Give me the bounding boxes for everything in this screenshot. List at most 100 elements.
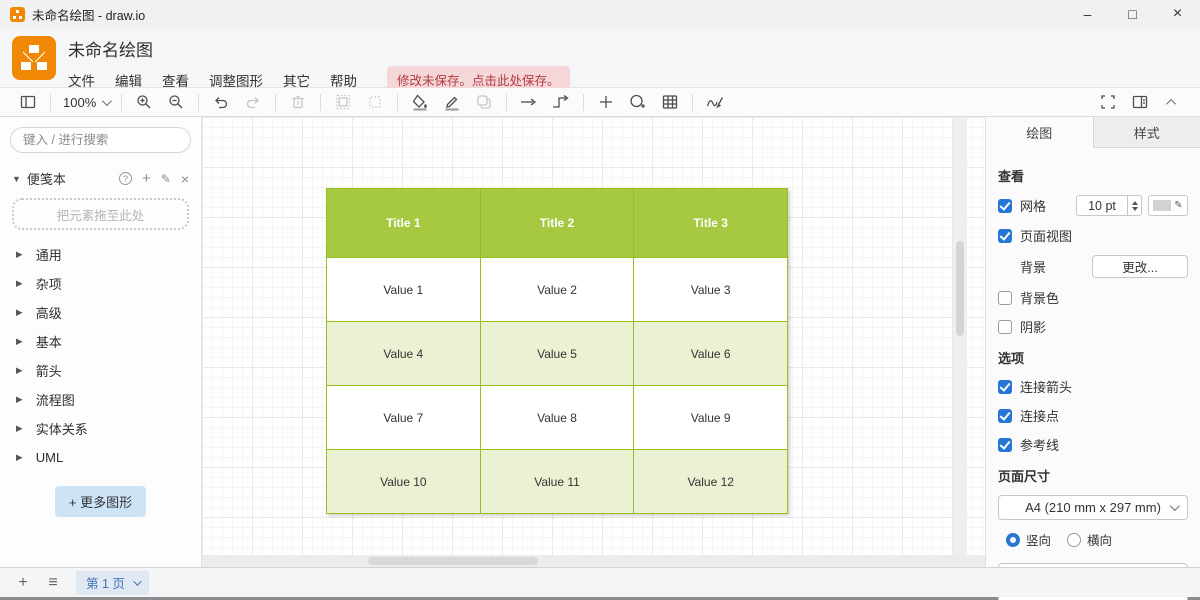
fill-color-button[interactable] [408,90,432,114]
table-cell[interactable]: Value 1 [327,258,481,322]
more-shapes-button[interactable]: + 更多图形 [55,486,146,517]
to-back-button[interactable] [363,90,387,114]
connection-style-button[interactable] [517,90,541,114]
table-cell[interactable]: Value 5 [481,322,635,386]
sidebar-section-arrows[interactable]: ▶ 箭头 [10,356,191,385]
sidebar-section-general[interactable]: ▶ 通用 [10,240,191,269]
pages-menu-button[interactable]: ≡ [38,571,68,595]
page-size-select[interactable]: A4 (210 mm x 297 mm) [998,495,1188,520]
undo-button[interactable] [209,90,233,114]
search-input[interactable] [23,133,184,147]
shadow-button[interactable] [472,90,496,114]
menu-help[interactable]: 帮助 [330,70,357,90]
page-tab[interactable]: 第 1 页 [76,571,149,595]
sidebar-section-flowchart[interactable]: ▶ 流程图 [10,385,191,414]
vertical-scrollbar-thumb[interactable] [956,241,964,336]
table-header-cell[interactable]: Title 1 [327,189,481,258]
horizontal-scrollbar-thumb[interactable] [368,557,538,565]
menu-file[interactable]: 文件 [68,70,95,90]
sidebar-section-er[interactable]: ▶ 实体关系 [10,414,191,443]
waypoint-style-button[interactable] [549,90,573,114]
scratchpad-header[interactable]: ▼ 便笺本 ? + ✎ × [12,169,189,188]
zoom-in-button[interactable] [132,90,156,114]
drawing-canvas[interactable]: Title 1 Title 2 Title 3 Value 1 Value 2 … [202,117,985,567]
minimize-button[interactable]: – [1065,0,1110,28]
maximize-button[interactable]: □ [1110,0,1155,28]
background-color-checkbox[interactable] [998,291,1012,305]
help-icon[interactable]: ? [119,172,132,185]
table-header-cell[interactable]: Title 2 [481,189,635,258]
portrait-radio[interactable] [1006,533,1020,547]
landscape-option[interactable]: 横向 [1067,530,1112,549]
line-color-button[interactable] [440,90,464,114]
expand-triangle-icon: ▶ [16,423,23,434]
close-button[interactable]: × [1155,0,1200,28]
vertical-scrollbar[interactable] [953,117,967,555]
menu-edit[interactable]: 编辑 [115,70,142,90]
table-header-cell[interactable]: Title 3 [634,189,788,258]
table-cell[interactable]: Value 3 [634,258,788,322]
insert-shape-button[interactable] [626,90,650,114]
undo-icon [212,93,230,111]
landscape-radio[interactable] [1067,533,1081,547]
table-cell[interactable]: Value 2 [481,258,635,322]
table-cell[interactable]: Value 7 [327,386,481,450]
delete-button[interactable] [286,90,310,114]
redo-button[interactable] [241,90,265,114]
grid-checkbox[interactable] [998,199,1012,213]
drawio-logo-icon [12,36,56,80]
scratchpad-dropzone[interactable]: 把元素拖至此处 [12,198,189,230]
guides-label: 参考线 [1020,435,1059,454]
menu-extras[interactable]: 其它 [283,70,310,90]
scratchpad-close-icon[interactable]: × [181,171,189,187]
connection-arrows-checkbox[interactable] [998,380,1012,394]
horizontal-scrollbar[interactable] [202,555,985,567]
collapse-toolbar-button[interactable] [1160,90,1184,114]
freehand-icon [705,93,725,111]
fullscreen-button[interactable] [1096,90,1120,114]
scratchpad-edit-icon[interactable]: ✎ [161,172,171,186]
table-cell[interactable]: Value 9 [634,386,788,450]
zoom-out-button[interactable] [164,90,188,114]
tab-style[interactable]: 样式 [1093,117,1200,148]
sidebar-section-advanced[interactable]: ▶ 高级 [10,298,191,327]
sidebar-section-uml[interactable]: ▶ UML [10,443,191,472]
toggle-format-panel-button[interactable] [1128,90,1152,114]
to-front-button[interactable] [331,90,355,114]
menu-view[interactable]: 查看 [162,70,189,90]
page-view-checkbox[interactable] [998,229,1012,243]
shape-search-box[interactable] [10,127,191,153]
step-down-icon[interactable] [1132,207,1138,211]
portrait-option[interactable]: 竖向 [1006,530,1051,549]
grid-color-button[interactable]: ✎ [1148,195,1188,216]
add-page-button[interactable]: + [8,571,38,595]
freehand-button[interactable] [703,90,727,114]
zoom-level-dropdown[interactable]: 100% [63,95,109,110]
step-up-icon[interactable] [1132,201,1138,205]
table-cell[interactable]: Value 8 [481,386,635,450]
guides-checkbox[interactable] [998,438,1012,452]
sidebar-section-basic[interactable]: ▶ 基本 [10,327,191,356]
scratchpad-add-icon[interactable]: + [142,170,151,187]
table-cell[interactable]: Value 4 [327,322,481,386]
zoom-in-icon [135,93,153,111]
grid-size-stepper[interactable] [1128,195,1142,216]
toolbar: 100% [0,88,1200,117]
grid-size-input[interactable] [1076,195,1128,216]
sidebar-section-misc[interactable]: ▶ 杂项 [10,269,191,298]
table-cell[interactable]: Value 12 [634,450,788,514]
document-title[interactable]: 未命名绘图 [68,36,570,61]
shadow-checkbox[interactable] [998,320,1012,334]
menu-arrange[interactable]: 调整图形 [209,70,263,90]
tab-diagram[interactable]: 绘图 [986,117,1093,148]
connection-points-checkbox[interactable] [998,409,1012,423]
toggle-sidebar-button[interactable] [16,90,40,114]
table-cell[interactable]: Value 10 [327,450,481,514]
table-cell[interactable]: Value 6 [634,322,788,386]
insert-button[interactable] [594,90,618,114]
insert-table-button[interactable] [658,90,682,114]
table-shape[interactable]: Title 1 Title 2 Title 3 Value 1 Value 2 … [326,188,788,514]
change-background-button[interactable]: 更改... [1092,255,1188,278]
table-cell[interactable]: Value 11 [481,450,635,514]
table-row: Value 4 Value 5 Value 6 [327,322,788,386]
